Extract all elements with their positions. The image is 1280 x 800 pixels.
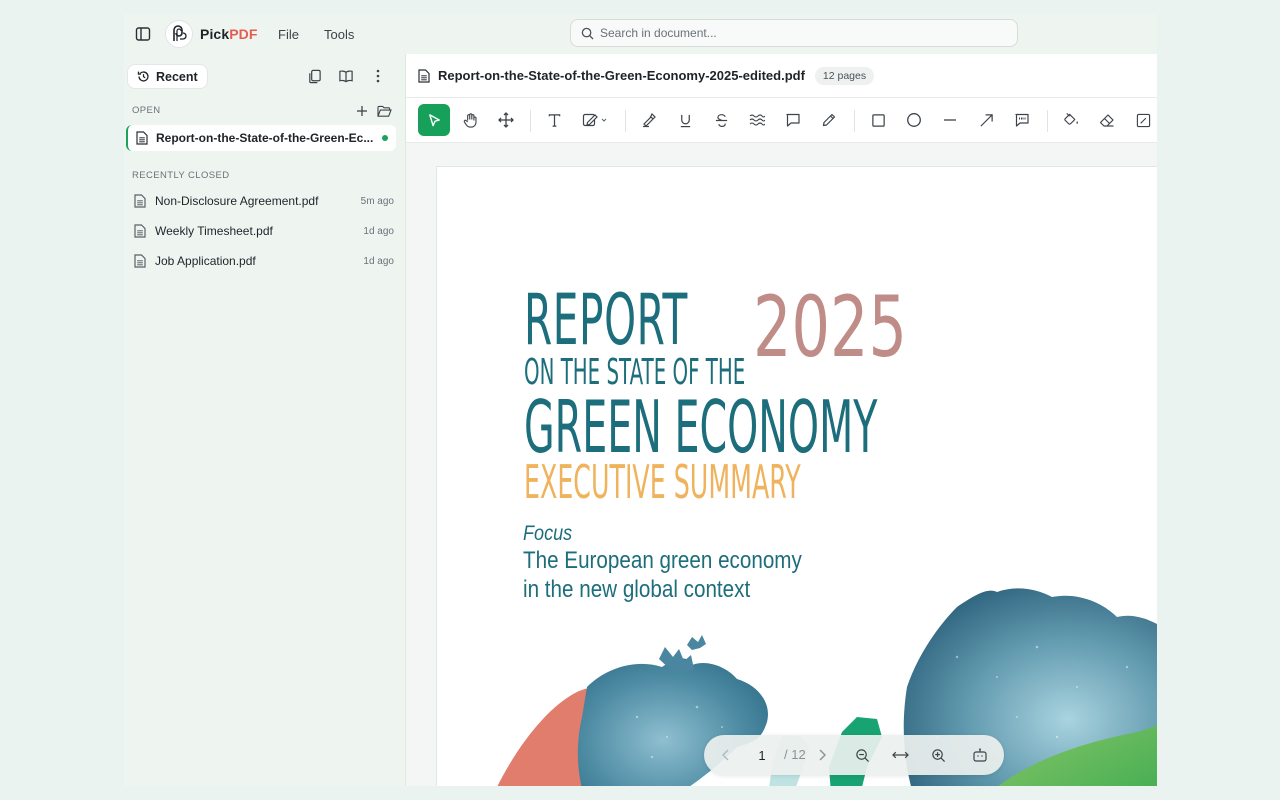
open-section-label: OPEN (132, 105, 161, 116)
more-options-icon[interactable] (369, 67, 387, 85)
select-tool-icon[interactable] (418, 104, 450, 136)
annotation-toolbar (406, 98, 1157, 143)
cover-title-line4: EXECUTIVE SUMMARY (524, 455, 801, 509)
callout-tool-icon[interactable] (1007, 105, 1037, 135)
arrow-tool-icon[interactable] (971, 105, 1001, 135)
page-number-input[interactable] (748, 743, 776, 767)
highlight-tool-icon[interactable] (634, 105, 664, 135)
previous-page-icon[interactable] (716, 745, 736, 765)
history-icon (137, 71, 149, 82)
brand-part1: Pick (200, 26, 230, 42)
ellipse-tool-icon[interactable] (899, 105, 929, 135)
cover-title-line3: GREEN ECONOMY (524, 385, 878, 469)
sidebar: Recent OPEN Report-on-the-State-of-the-G… (124, 54, 405, 786)
recent-button[interactable]: Recent (128, 65, 207, 88)
document-area: Report-on-the-State-of-the-Green-Economy… (405, 54, 1157, 786)
cover-focus-label: Focus (523, 522, 573, 545)
cover-title-report: REPORT (524, 279, 688, 361)
closed-file-item[interactable]: Job Application.pdf 1d ago (134, 250, 394, 272)
closed-file-item[interactable]: Non-Disclosure Agreement.pdf 5m ago (134, 190, 394, 212)
add-icon[interactable] (353, 102, 371, 120)
open-file-name: Report-on-the-State-of-the-Green-Ec... (156, 131, 374, 145)
closed-file-item[interactable]: Weekly Timesheet.pdf 1d ago (134, 220, 394, 242)
robot-assistant-icon[interactable] (970, 745, 990, 765)
page-total: / 12 (784, 747, 806, 762)
page-count-badge: 12 pages (814, 66, 875, 85)
underline-tool-icon[interactable] (670, 105, 700, 135)
app-window: PickPDF File Tools Recent OPEN (124, 14, 1157, 786)
page-navigator: / 12 (704, 735, 1004, 775)
hand-tool-icon[interactable] (455, 105, 485, 135)
closed-file-name: Non-Disclosure Agreement.pdf (155, 194, 319, 208)
strikethrough-tool-icon[interactable] (706, 105, 736, 135)
copy-icon[interactable] (305, 67, 323, 85)
closed-file-name: Job Application.pdf (155, 254, 256, 268)
zoom-in-icon[interactable] (928, 745, 948, 765)
signature-tool-icon[interactable] (576, 105, 616, 135)
file-icon (134, 224, 146, 238)
move-tool-icon[interactable] (491, 105, 521, 135)
file-icon (134, 194, 146, 208)
recently-closed-label: RECENTLY CLOSED (132, 170, 230, 181)
document-header: Report-on-the-State-of-the-Green-Economy… (406, 54, 1157, 98)
eraser-icon[interactable] (1092, 105, 1122, 135)
sidebar-toggle-icon[interactable] (132, 23, 154, 45)
search-icon (581, 27, 594, 40)
unsaved-dot (382, 135, 388, 141)
top-bar: PickPDF File Tools (124, 14, 1157, 54)
closed-file-time: 1d ago (363, 225, 394, 237)
comment-tool-icon[interactable] (778, 105, 808, 135)
open-file-item[interactable]: Report-on-the-State-of-the-Green-Ec... (126, 125, 396, 151)
pencil-tool-icon[interactable] (814, 105, 844, 135)
document-title: Report-on-the-State-of-the-Green-Economy… (438, 68, 805, 83)
search-box (570, 19, 1018, 47)
rectangle-tool-icon[interactable] (863, 105, 893, 135)
menu-file[interactable]: File (278, 27, 299, 42)
file-icon (134, 254, 146, 268)
app-brand: PickPDF (200, 26, 258, 42)
file-icon (136, 131, 148, 145)
document-canvas[interactable]: REPORT 2025 ON THE STATE OF THE GREEN EC… (406, 143, 1157, 786)
fit-width-icon[interactable] (890, 745, 910, 765)
file-icon (418, 68, 430, 83)
next-page-icon[interactable] (812, 745, 832, 765)
squiggly-tool-icon[interactable] (742, 105, 772, 135)
folder-open-icon[interactable] (375, 102, 393, 120)
zoom-out-icon[interactable] (852, 745, 872, 765)
pdf-page: REPORT 2025 ON THE STATE OF THE GREEN EC… (437, 167, 1157, 786)
edit-box-icon[interactable] (1128, 105, 1157, 135)
recent-label: Recent (156, 69, 198, 84)
search-input[interactable] (600, 26, 1000, 40)
closed-file-name: Weekly Timesheet.pdf (155, 224, 273, 238)
cover-year: 2025 (753, 278, 907, 376)
fill-color-icon[interactable] (1056, 105, 1086, 135)
line-tool-icon[interactable] (935, 105, 965, 135)
menu-tools[interactable]: Tools (324, 27, 354, 42)
closed-file-time: 5m ago (360, 195, 394, 207)
brand-part2: PDF (229, 26, 258, 42)
text-tool-icon[interactable] (539, 105, 569, 135)
closed-file-time: 1d ago (363, 255, 394, 267)
book-icon[interactable] (337, 67, 355, 85)
app-logo (165, 20, 193, 48)
